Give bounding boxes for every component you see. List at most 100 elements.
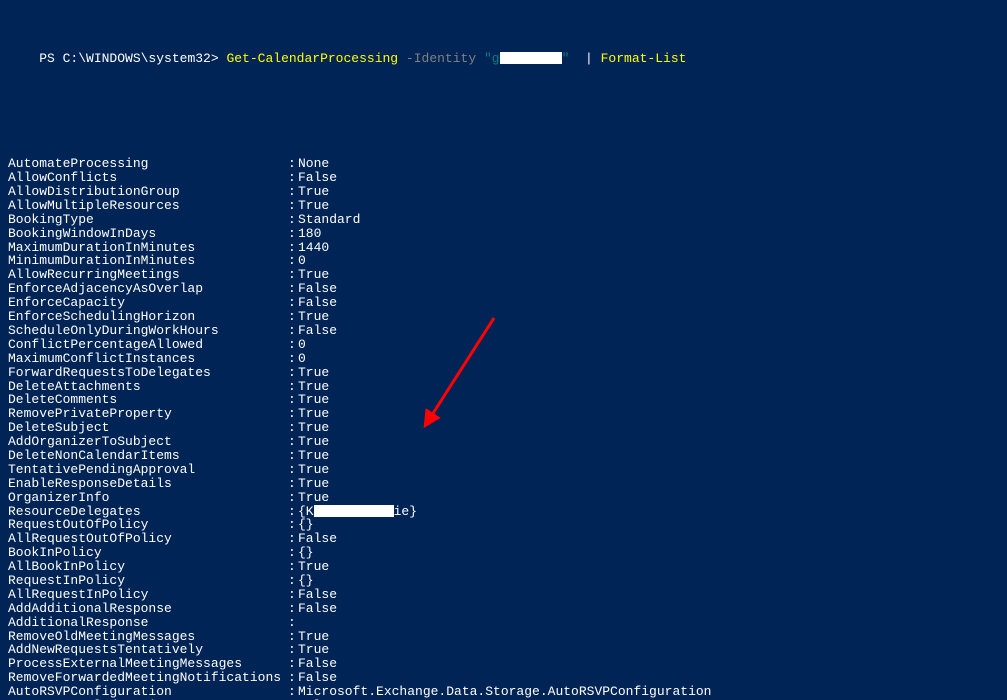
- property-key: AllowRecurringMeetings: [8, 268, 288, 282]
- property-key: ForwardRequestsToDelegates: [8, 366, 288, 380]
- command-get: Get-CalendarProcessing: [226, 51, 398, 66]
- property-value: True: [298, 630, 329, 644]
- colon: :: [288, 213, 298, 227]
- property-row: AdditionalResponse:: [8, 616, 999, 630]
- colon: :: [288, 630, 298, 644]
- property-value: True: [298, 435, 329, 449]
- property-row: DeleteComments: True: [8, 393, 999, 407]
- colon: :: [288, 352, 298, 366]
- quote-close: ": [562, 51, 570, 66]
- colon: :: [288, 310, 298, 324]
- property-value: True: [298, 477, 329, 491]
- property-row: BookingType: Standard: [8, 213, 999, 227]
- colon: :: [288, 491, 298, 505]
- colon: :: [288, 157, 298, 171]
- property-value: Standard: [298, 213, 360, 227]
- property-value: True: [298, 366, 329, 380]
- property-row: DeleteNonCalendarItems: True: [8, 449, 999, 463]
- property-value: True: [298, 393, 329, 407]
- property-row: RequestInPolicy: {}: [8, 574, 999, 588]
- colon: :: [288, 227, 298, 241]
- colon: :: [288, 324, 298, 338]
- property-key: DeleteComments: [8, 393, 288, 407]
- param-identity: -Identity: [406, 51, 476, 66]
- colon: :: [288, 546, 298, 560]
- colon: :: [288, 463, 298, 477]
- colon: :: [288, 254, 298, 268]
- property-value: True: [298, 407, 329, 421]
- colon: :: [288, 393, 298, 407]
- quote-open: ": [484, 51, 492, 66]
- property-row: DeleteAttachments: True: [8, 380, 999, 394]
- property-key: AdditionalResponse: [8, 616, 288, 630]
- property-key: ProcessExternalMeetingMessages: [8, 657, 288, 671]
- property-key: ConflictPercentageAllowed: [8, 338, 288, 352]
- property-row: MaximumDurationInMinutes: 1440: [8, 241, 999, 255]
- property-key: RequestOutOfPolicy: [8, 518, 288, 532]
- colon: :: [288, 185, 298, 199]
- property-row: OrganizerInfo: True: [8, 491, 999, 505]
- property-row: ConflictPercentageAllowed: 0: [8, 338, 999, 352]
- property-key: MaximumConflictInstances: [8, 352, 288, 366]
- colon: :: [288, 671, 298, 685]
- colon: :: [288, 560, 298, 574]
- redacted-value: [314, 505, 394, 517]
- property-key: AllowDistributionGroup: [8, 185, 288, 199]
- colon: :: [288, 435, 298, 449]
- colon: :: [288, 588, 298, 602]
- property-row: AllRequestInPolicy: False: [8, 588, 999, 602]
- colon: :: [288, 643, 298, 657]
- property-key: RemovePrivateProperty: [8, 407, 288, 421]
- property-key: EnforceCapacity: [8, 296, 288, 310]
- property-key: AddAdditionalResponse: [8, 602, 288, 616]
- colon: :: [288, 296, 298, 310]
- identity-prefix: g: [492, 51, 500, 66]
- property-row: RemoveOldMeetingMessages: True: [8, 630, 999, 644]
- property-row: EnforceAdjacencyAsOverlap: False: [8, 282, 999, 296]
- colon: :: [288, 366, 298, 380]
- command-format-list: Format-List: [601, 51, 687, 66]
- property-key: MaximumDurationInMinutes: [8, 241, 288, 255]
- property-row: EnableResponseDetails: True: [8, 477, 999, 491]
- property-value: True: [298, 421, 329, 435]
- colon: :: [288, 241, 298, 255]
- property-row: ProcessExternalMeetingMessages: False: [8, 657, 999, 671]
- property-row: ResourceDelegates: {Kie}: [8, 505, 999, 519]
- property-value: False: [298, 324, 337, 338]
- property-row: EnforceCapacity: False: [8, 296, 999, 310]
- property-key: MinimumDurationInMinutes: [8, 254, 288, 268]
- property-value: True: [298, 380, 329, 394]
- property-key: AutomateProcessing: [8, 157, 288, 171]
- property-row: ForwardRequestsToDelegates: True: [8, 366, 999, 380]
- property-value: True: [298, 463, 329, 477]
- colon: :: [288, 421, 298, 435]
- property-value: False: [298, 588, 337, 602]
- property-value: False: [298, 532, 337, 546]
- property-key: TentativePendingApproval: [8, 463, 288, 477]
- property-value: False: [298, 602, 337, 616]
- property-value: {}: [298, 574, 314, 588]
- property-value: {}: [298, 546, 314, 560]
- property-value: True: [298, 185, 329, 199]
- property-key: EnforceSchedulingHorizon: [8, 310, 288, 324]
- property-row: AllBookInPolicy: True: [8, 560, 999, 574]
- property-value: True: [298, 199, 329, 213]
- property-row: AddNewRequestsTentatively: True: [8, 643, 999, 657]
- property-value: True: [298, 491, 329, 505]
- property-row: AllowDistributionGroup: True: [8, 185, 999, 199]
- property-row: MaximumConflictInstances: 0: [8, 352, 999, 366]
- powershell-terminal[interactable]: PS C:\WINDOWS\system32> Get-CalendarProc…: [0, 0, 1007, 700]
- property-value: None: [298, 157, 329, 171]
- property-value: False: [298, 671, 337, 685]
- colon: :: [288, 657, 298, 671]
- property-key: BookInPolicy: [8, 546, 288, 560]
- property-row: RemovePrivateProperty: True: [8, 407, 999, 421]
- prompt-line: PS C:\WINDOWS\system32> Get-CalendarProc…: [8, 38, 999, 80]
- property-value: True: [298, 449, 329, 463]
- colon: :: [288, 171, 298, 185]
- property-key: AllowConflicts: [8, 171, 288, 185]
- colon: :: [288, 338, 298, 352]
- pipe: |: [585, 51, 593, 66]
- property-row: AllowConflicts: False: [8, 171, 999, 185]
- property-key: RemoveOldMeetingMessages: [8, 630, 288, 644]
